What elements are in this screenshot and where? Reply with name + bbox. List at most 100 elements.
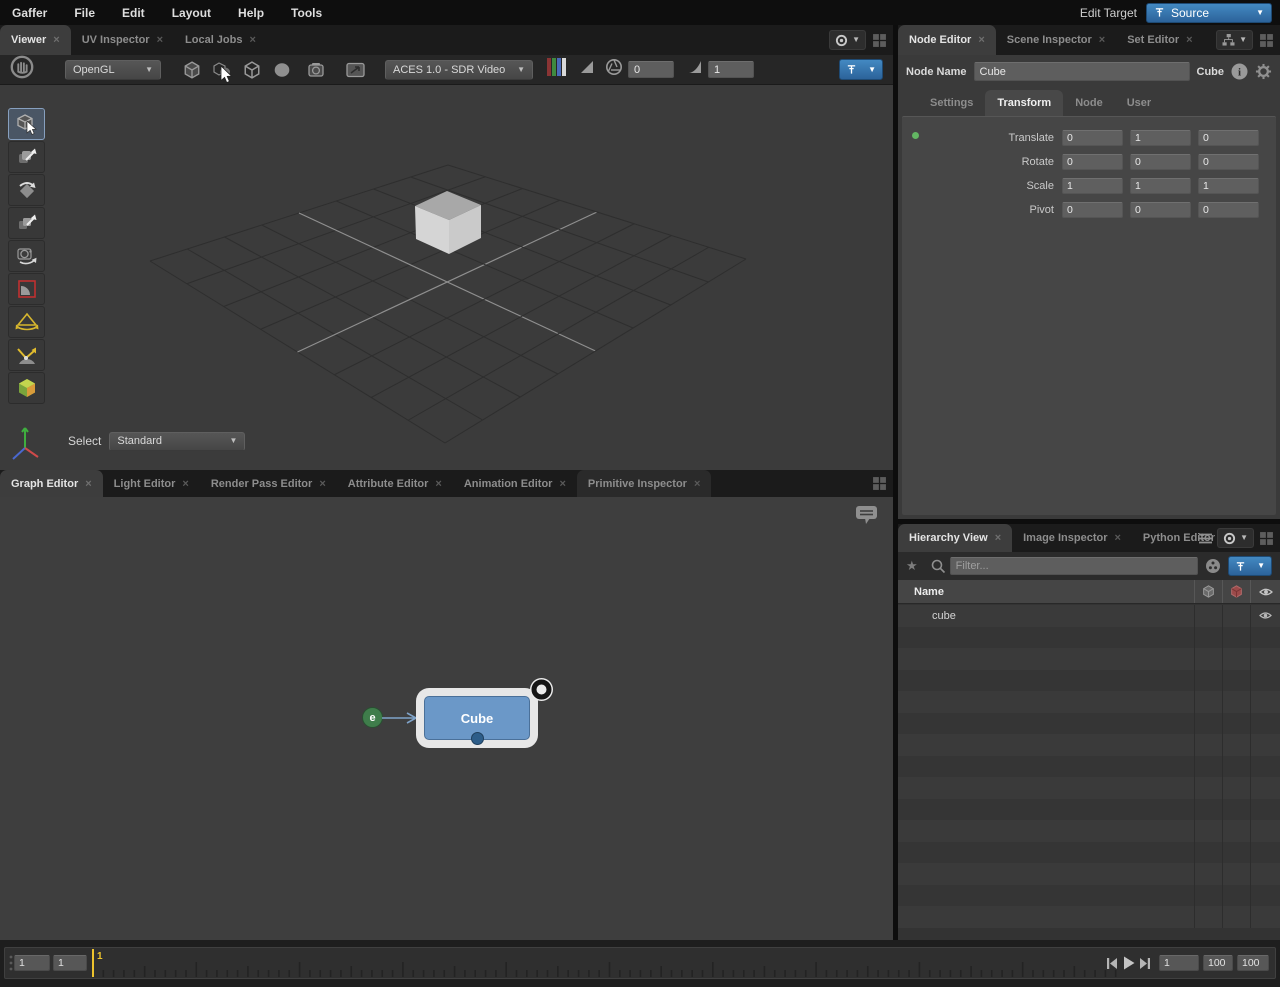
close-icon[interactable]: ×: [85, 478, 91, 490]
shading-sphere-icon[interactable]: [267, 58, 297, 82]
param-field-scale[interactable]: [1198, 178, 1259, 194]
node-input-plug[interactable]: e: [362, 707, 383, 728]
param-field-translate[interactable]: [1198, 130, 1259, 146]
tab-primitive-inspector[interactable]: Primitive Inspector×: [577, 470, 711, 497]
skip-to-end-icon[interactable]: [1139, 957, 1151, 970]
viewport-3d[interactable]: Select Standard ▼: [0, 86, 893, 470]
select-mode-dropdown[interactable]: Standard ▼: [109, 432, 245, 451]
tab-animation-editor[interactable]: Animation Editor×: [453, 470, 577, 497]
close-icon[interactable]: ×: [1186, 34, 1192, 46]
subtab-user[interactable]: User: [1115, 90, 1163, 116]
exposure-icon[interactable]: [579, 59, 595, 80]
menu-help[interactable]: Help: [238, 6, 264, 20]
star-icon[interactable]: ★: [906, 558, 918, 574]
param-field-rotate[interactable]: [1130, 154, 1191, 170]
scene-row-cube[interactable]: cube: [898, 605, 1280, 627]
play-icon[interactable]: [1123, 956, 1135, 970]
eye-icon[interactable]: [1259, 611, 1272, 620]
menu-gaffer[interactable]: Gaffer: [12, 6, 47, 20]
scale-tool[interactable]: [8, 207, 45, 239]
bound-cell[interactable]: [1194, 605, 1222, 627]
node-output-port[interactable]: [471, 732, 484, 745]
param-field-scale[interactable]: [1130, 178, 1191, 194]
inner-end-field[interactable]: [1203, 955, 1233, 971]
close-icon[interactable]: ×: [559, 478, 565, 490]
shutter-icon[interactable]: [605, 58, 623, 81]
param-field-pivot[interactable]: [1130, 202, 1191, 218]
frame-ruler[interactable]: [5, 948, 1275, 978]
gamma-icon[interactable]: [687, 59, 703, 80]
close-icon[interactable]: ×: [249, 25, 255, 55]
close-icon[interactable]: ×: [1114, 532, 1120, 544]
light-tool[interactable]: [8, 306, 45, 338]
gear-icon[interactable]: [1255, 63, 1272, 80]
tab-light-editor[interactable]: Light Editor×: [103, 470, 200, 497]
close-icon[interactable]: ×: [694, 478, 700, 490]
tab-hierarchy-view[interactable]: Hierarchy View×: [898, 524, 1012, 552]
close-icon[interactable]: ×: [157, 25, 163, 55]
hierarchy-pin-dropdown[interactable]: ▼: [1228, 556, 1272, 576]
visibility-column-icon[interactable]: [1250, 580, 1280, 603]
tab-image-inspector[interactable]: Image Inspector×: [1012, 524, 1132, 552]
select-tool[interactable]: [8, 108, 45, 140]
gamma-field[interactable]: [708, 61, 754, 78]
close-icon[interactable]: ×: [435, 478, 441, 490]
close-icon[interactable]: ×: [1099, 34, 1105, 46]
tab-graph-editor[interactable]: Graph Editor×: [0, 470, 103, 497]
hierarchy-settings-dropdown[interactable]: ▼: [1217, 528, 1254, 548]
renderer-dropdown[interactable]: OpenGL ▼: [65, 60, 161, 80]
tab-node-editor[interactable]: Node Editor×: [898, 25, 996, 55]
viewer-pin-dropdown[interactable]: ▼: [839, 59, 883, 80]
pan-hand-icon[interactable]: [9, 54, 35, 85]
menu-layout[interactable]: Layout: [172, 6, 211, 20]
param-field-scale[interactable]: [1062, 178, 1123, 194]
param-field-pivot[interactable]: [1198, 202, 1259, 218]
exclude-column-icon[interactable]: [1222, 580, 1250, 603]
grid-layout-icon[interactable]: [1259, 33, 1274, 48]
viewer-settings-dropdown[interactable]: ▼: [829, 30, 866, 50]
scene-geometry-tool[interactable]: [8, 372, 45, 404]
info-icon[interactable]: i: [1231, 63, 1248, 80]
close-icon[interactable]: ×: [182, 478, 188, 490]
tab-set-editor[interactable]: Set Editor×: [1116, 25, 1203, 55]
grid-layout-icon[interactable]: [872, 33, 887, 48]
node-editor-mode-dropdown[interactable]: ▼: [1216, 30, 1253, 50]
translate-tool[interactable]: [8, 141, 45, 173]
display-image-icon[interactable]: [341, 58, 371, 82]
menu-file[interactable]: File: [74, 6, 95, 20]
subtab-node[interactable]: Node: [1063, 90, 1115, 116]
tab-attribute-editor[interactable]: Attribute Editor×: [337, 470, 453, 497]
visibility-cell[interactable]: [1250, 605, 1280, 627]
exposure-field[interactable]: [628, 61, 674, 78]
connected-plug-dot[interactable]: [912, 132, 919, 139]
columns-menu-icon[interactable]: [1205, 558, 1221, 574]
bound-column-icon[interactable]: [1194, 580, 1222, 603]
scene-item-name[interactable]: cube: [898, 610, 1194, 622]
param-field-translate[interactable]: [1130, 130, 1191, 146]
close-icon[interactable]: ×: [995, 532, 1001, 544]
range-end-field[interactable]: [1237, 955, 1269, 971]
param-field-rotate[interactable]: [1062, 154, 1123, 170]
param-field-rotate[interactable]: [1198, 154, 1259, 170]
edit-target-dropdown[interactable]: Source ▼: [1146, 3, 1272, 23]
graph-editor-canvas[interactable]: e Cube: [0, 497, 893, 940]
tab-viewer[interactable]: Viewer×: [0, 25, 71, 55]
param-field-translate[interactable]: [1062, 130, 1123, 146]
param-field-pivot[interactable]: [1062, 202, 1123, 218]
light-position-tool[interactable]: [8, 339, 45, 371]
shading-solid-icon[interactable]: [177, 58, 207, 82]
hamburger-icon[interactable]: [1199, 533, 1212, 544]
rotate-tool[interactable]: [8, 174, 45, 206]
menu-tools[interactable]: Tools: [291, 6, 322, 20]
current-frame-field[interactable]: [1159, 955, 1199, 971]
grid-layout-icon[interactable]: [872, 476, 887, 491]
subtab-transform[interactable]: Transform: [985, 90, 1063, 116]
skip-to-start-icon[interactable]: [1106, 957, 1118, 970]
name-column-header[interactable]: Name: [898, 586, 1194, 598]
crop-window-tool[interactable]: [8, 273, 45, 305]
tab-local-jobs[interactable]: Local Jobs×: [174, 25, 267, 55]
close-icon[interactable]: ×: [53, 25, 59, 55]
display-transform-dropdown[interactable]: ACES 1.0 - SDR Video ▼: [385, 60, 533, 80]
camera-orbit-tool[interactable]: [8, 240, 45, 272]
grid-layout-icon[interactable]: [1259, 531, 1274, 546]
